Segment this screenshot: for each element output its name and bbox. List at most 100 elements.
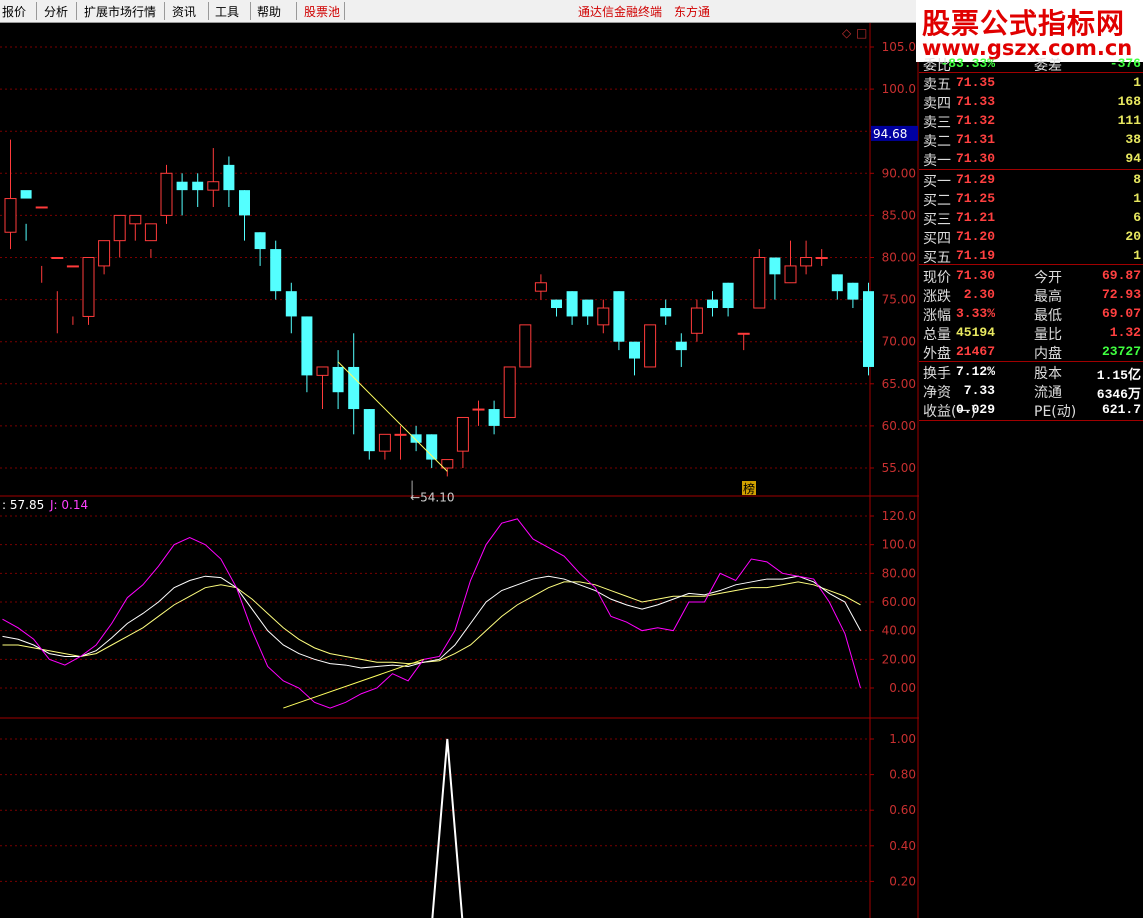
candle-body-down bbox=[254, 232, 266, 250]
menu-separator bbox=[296, 2, 297, 20]
candle-body-down bbox=[488, 409, 500, 426]
buy-level-2[interactable]: 买二 71.25 1 bbox=[919, 190, 1143, 209]
row-value-2: 20 bbox=[1125, 229, 1141, 244]
candle-body-down bbox=[769, 257, 781, 275]
signal-axis-label: 0.60 bbox=[889, 803, 916, 817]
candle-body-up bbox=[784, 265, 797, 284]
row-label: 卖四 bbox=[923, 96, 951, 112]
sell-level-2[interactable]: 卖二 71.31 38 bbox=[919, 131, 1143, 150]
candle-body-down bbox=[847, 282, 859, 300]
sell-level-1[interactable]: 卖一 71.30 94 bbox=[919, 150, 1143, 169]
row-value-2: 168 bbox=[1117, 94, 1141, 109]
candle-body-up bbox=[597, 307, 610, 326]
diamond-icon: ◇ bbox=[842, 26, 852, 40]
row-value: 71.32 bbox=[955, 113, 995, 128]
panel-divider bbox=[919, 169, 1143, 170]
stat-row[interactable]: 总量 45194 量比 1.32 bbox=[919, 324, 1143, 343]
kdj-axis-label: 0.00 bbox=[889, 681, 916, 695]
candle-body-up bbox=[503, 366, 516, 418]
row-label: 总量 bbox=[923, 327, 951, 343]
candle-body-down bbox=[301, 316, 313, 376]
panel-divider bbox=[919, 361, 1143, 362]
menu-separator bbox=[76, 2, 77, 20]
row-label-2: 最高 bbox=[1034, 289, 1062, 305]
candle-body-up bbox=[4, 198, 17, 233]
link-dongfangtong[interactable]: 东方通 bbox=[674, 3, 710, 20]
sell-level-3[interactable]: 卖三 71.32 111 bbox=[919, 112, 1143, 131]
kdj-header: : 57.85 bbox=[2, 498, 44, 512]
candle-body-up bbox=[113, 214, 126, 242]
menu-stock-pool[interactable]: 股票池 bbox=[304, 3, 340, 20]
marker-badge-label: 榜 bbox=[743, 481, 755, 496]
row-value: 0.029 bbox=[955, 402, 995, 417]
sell-level-5[interactable]: 卖五 71.35 1 bbox=[919, 74, 1143, 93]
row-value: 71.21 bbox=[955, 210, 995, 225]
candle-body-down bbox=[863, 291, 874, 367]
candle-body-up bbox=[534, 282, 547, 292]
candle-body-up bbox=[160, 172, 173, 216]
stat-row[interactable]: 外盘 21467 内盘 23727 bbox=[919, 343, 1143, 362]
kdj-axis-label: 60.00 bbox=[882, 595, 916, 609]
buy-level-4[interactable]: 买四 71.20 20 bbox=[919, 228, 1143, 247]
menu-tools[interactable]: 工具 bbox=[215, 3, 239, 20]
row-label: 卖一 bbox=[923, 153, 951, 169]
row-value: 71.30 bbox=[955, 268, 995, 283]
row-label-2: 今开 bbox=[1034, 270, 1062, 286]
info-row[interactable]: 换手 7.12% 股本 1.15亿 bbox=[919, 363, 1143, 383]
menu-analysis[interactable]: 分析 bbox=[44, 3, 68, 20]
stat-row[interactable]: 现价 71.30 今开 69.87 bbox=[919, 267, 1143, 286]
price-axis-label: 70.00 bbox=[882, 335, 916, 349]
candle-body-up bbox=[737, 332, 750, 335]
row-value-2: 1 bbox=[1133, 75, 1141, 90]
price-axis-label: 60.00 bbox=[882, 419, 916, 433]
buy-level-3[interactable]: 买三 71.21 6 bbox=[919, 209, 1143, 228]
row-label: 现价 bbox=[923, 270, 951, 286]
chart-area[interactable]: 105.0100.095.0090.0085.0080.0075.0070.00… bbox=[0, 23, 919, 918]
menu-extended-market[interactable]: 扩展市场行情 bbox=[84, 3, 156, 20]
stat-row[interactable]: 涨幅 3.33% 最低 69.07 bbox=[919, 305, 1143, 324]
buy-level-1[interactable]: 买一 71.29 8 bbox=[919, 171, 1143, 190]
row-label: 买二 bbox=[923, 193, 951, 209]
row-label-2: PE(动) bbox=[1034, 404, 1077, 420]
price-axis-label: 100.0 bbox=[882, 82, 916, 96]
row-value: 7.33 bbox=[963, 383, 995, 398]
panel-divider bbox=[919, 420, 1143, 421]
menu-separator bbox=[36, 2, 37, 20]
candle-body-down bbox=[566, 291, 578, 317]
candle-body-down bbox=[551, 299, 562, 309]
kdj-k-line bbox=[2, 575, 861, 669]
menu-news[interactable]: 资讯 bbox=[172, 3, 196, 20]
menu-quote[interactable]: 报价 bbox=[2, 3, 26, 20]
row-value-2: 1.32 bbox=[1109, 325, 1141, 340]
row-value-2: 6346万 bbox=[1096, 387, 1141, 402]
signal-axis-label: 0.40 bbox=[889, 839, 916, 853]
candle-body-down bbox=[675, 341, 687, 351]
info-row[interactable]: 净资 7.33 流通 6346万 bbox=[919, 382, 1143, 402]
sell-level-4[interactable]: 卖四 71.33 168 bbox=[919, 93, 1143, 112]
candle-body-up bbox=[644, 324, 657, 368]
row-value: 71.20 bbox=[955, 229, 995, 244]
candle-body-up bbox=[394, 433, 407, 436]
row-label: 卖三 bbox=[923, 115, 951, 131]
candle-body-down bbox=[285, 291, 297, 317]
row-value-2: 621.7 bbox=[1101, 402, 1141, 417]
row-value: 3.33% bbox=[955, 306, 995, 321]
info-row[interactable]: 收益(一) 0.029 PE(动) 621.7 bbox=[919, 401, 1143, 420]
row-label: 买四 bbox=[923, 231, 951, 247]
candle-body-up bbox=[472, 408, 485, 411]
candle-body-down bbox=[831, 274, 843, 292]
row-value-2: 1 bbox=[1133, 248, 1141, 263]
link-tdx-terminal[interactable]: 通达信金融终端 bbox=[578, 3, 662, 20]
row-label: 涨跌 bbox=[923, 289, 951, 305]
menu-help[interactable]: 帮助 bbox=[257, 3, 281, 20]
candle-body-down bbox=[363, 409, 375, 452]
stat-row[interactable]: 涨跌 2.30 最高 72.93 bbox=[919, 286, 1143, 305]
row-label-2: 股本 bbox=[1034, 366, 1062, 382]
candle-body-up bbox=[129, 214, 142, 225]
signal-axis-label: 0.80 bbox=[889, 768, 916, 782]
row-value: 45194 bbox=[955, 325, 995, 340]
candle-body-down bbox=[192, 181, 204, 191]
panel-divider bbox=[919, 72, 1143, 73]
candle-body-down bbox=[223, 164, 235, 191]
price-axis-label: 90.00 bbox=[882, 166, 916, 180]
